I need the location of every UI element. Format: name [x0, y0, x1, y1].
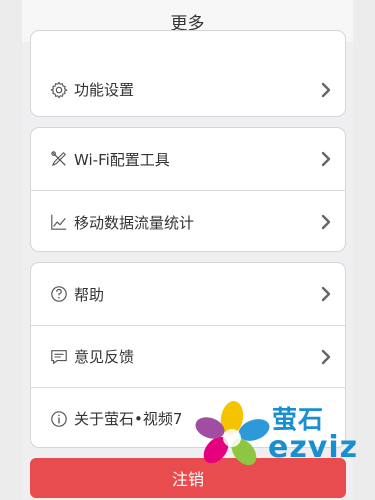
chevron-right-icon [321, 82, 331, 97]
chevron-right-icon [321, 151, 331, 167]
menu-item-data-usage[interactable]: 移动数据流量统计 [31, 191, 345, 251]
logout-label: 注销 [171, 470, 204, 489]
gear-icon [50, 81, 68, 98]
menu-item-label: Wi-Fi配置工具 [74, 150, 170, 169]
feedback-icon [51, 349, 67, 364]
menu-item-feedback[interactable]: 意见反馈 [31, 326, 345, 387]
settings-group: 功能设置 [30, 30, 346, 117]
menu-item-label: 移动数据流量统计 [74, 213, 195, 232]
menu-item-label: 功能设置 [74, 81, 135, 99]
chevron-right-icon [321, 286, 331, 302]
menu-item-label: 意见反馈 [74, 348, 135, 366]
info-icon [51, 410, 67, 427]
menu-item-function-settings[interactable]: 功能设置 [31, 61, 345, 116]
logo-text-en: ezviz [268, 430, 359, 465]
line-chart-icon [51, 214, 67, 230]
tools-icon [51, 151, 66, 166]
ezviz-flower-icon [195, 401, 270, 466]
ezviz-logo: 萤石 ezviz [192, 398, 375, 468]
menu-item-label: 帮助 [74, 285, 105, 304]
question-icon [51, 286, 67, 302]
chevron-right-icon [321, 214, 331, 230]
tools-group: Wi-Fi配置工具 移动数据流量统计 [30, 127, 346, 252]
menu-item-wifi-config[interactable]: Wi-Fi配置工具 [31, 128, 345, 190]
chevron-right-icon [321, 349, 331, 364]
menu-item-help[interactable]: 帮助 [31, 263, 345, 325]
menu-item-label: 关于萤石•视频7 [74, 410, 183, 428]
